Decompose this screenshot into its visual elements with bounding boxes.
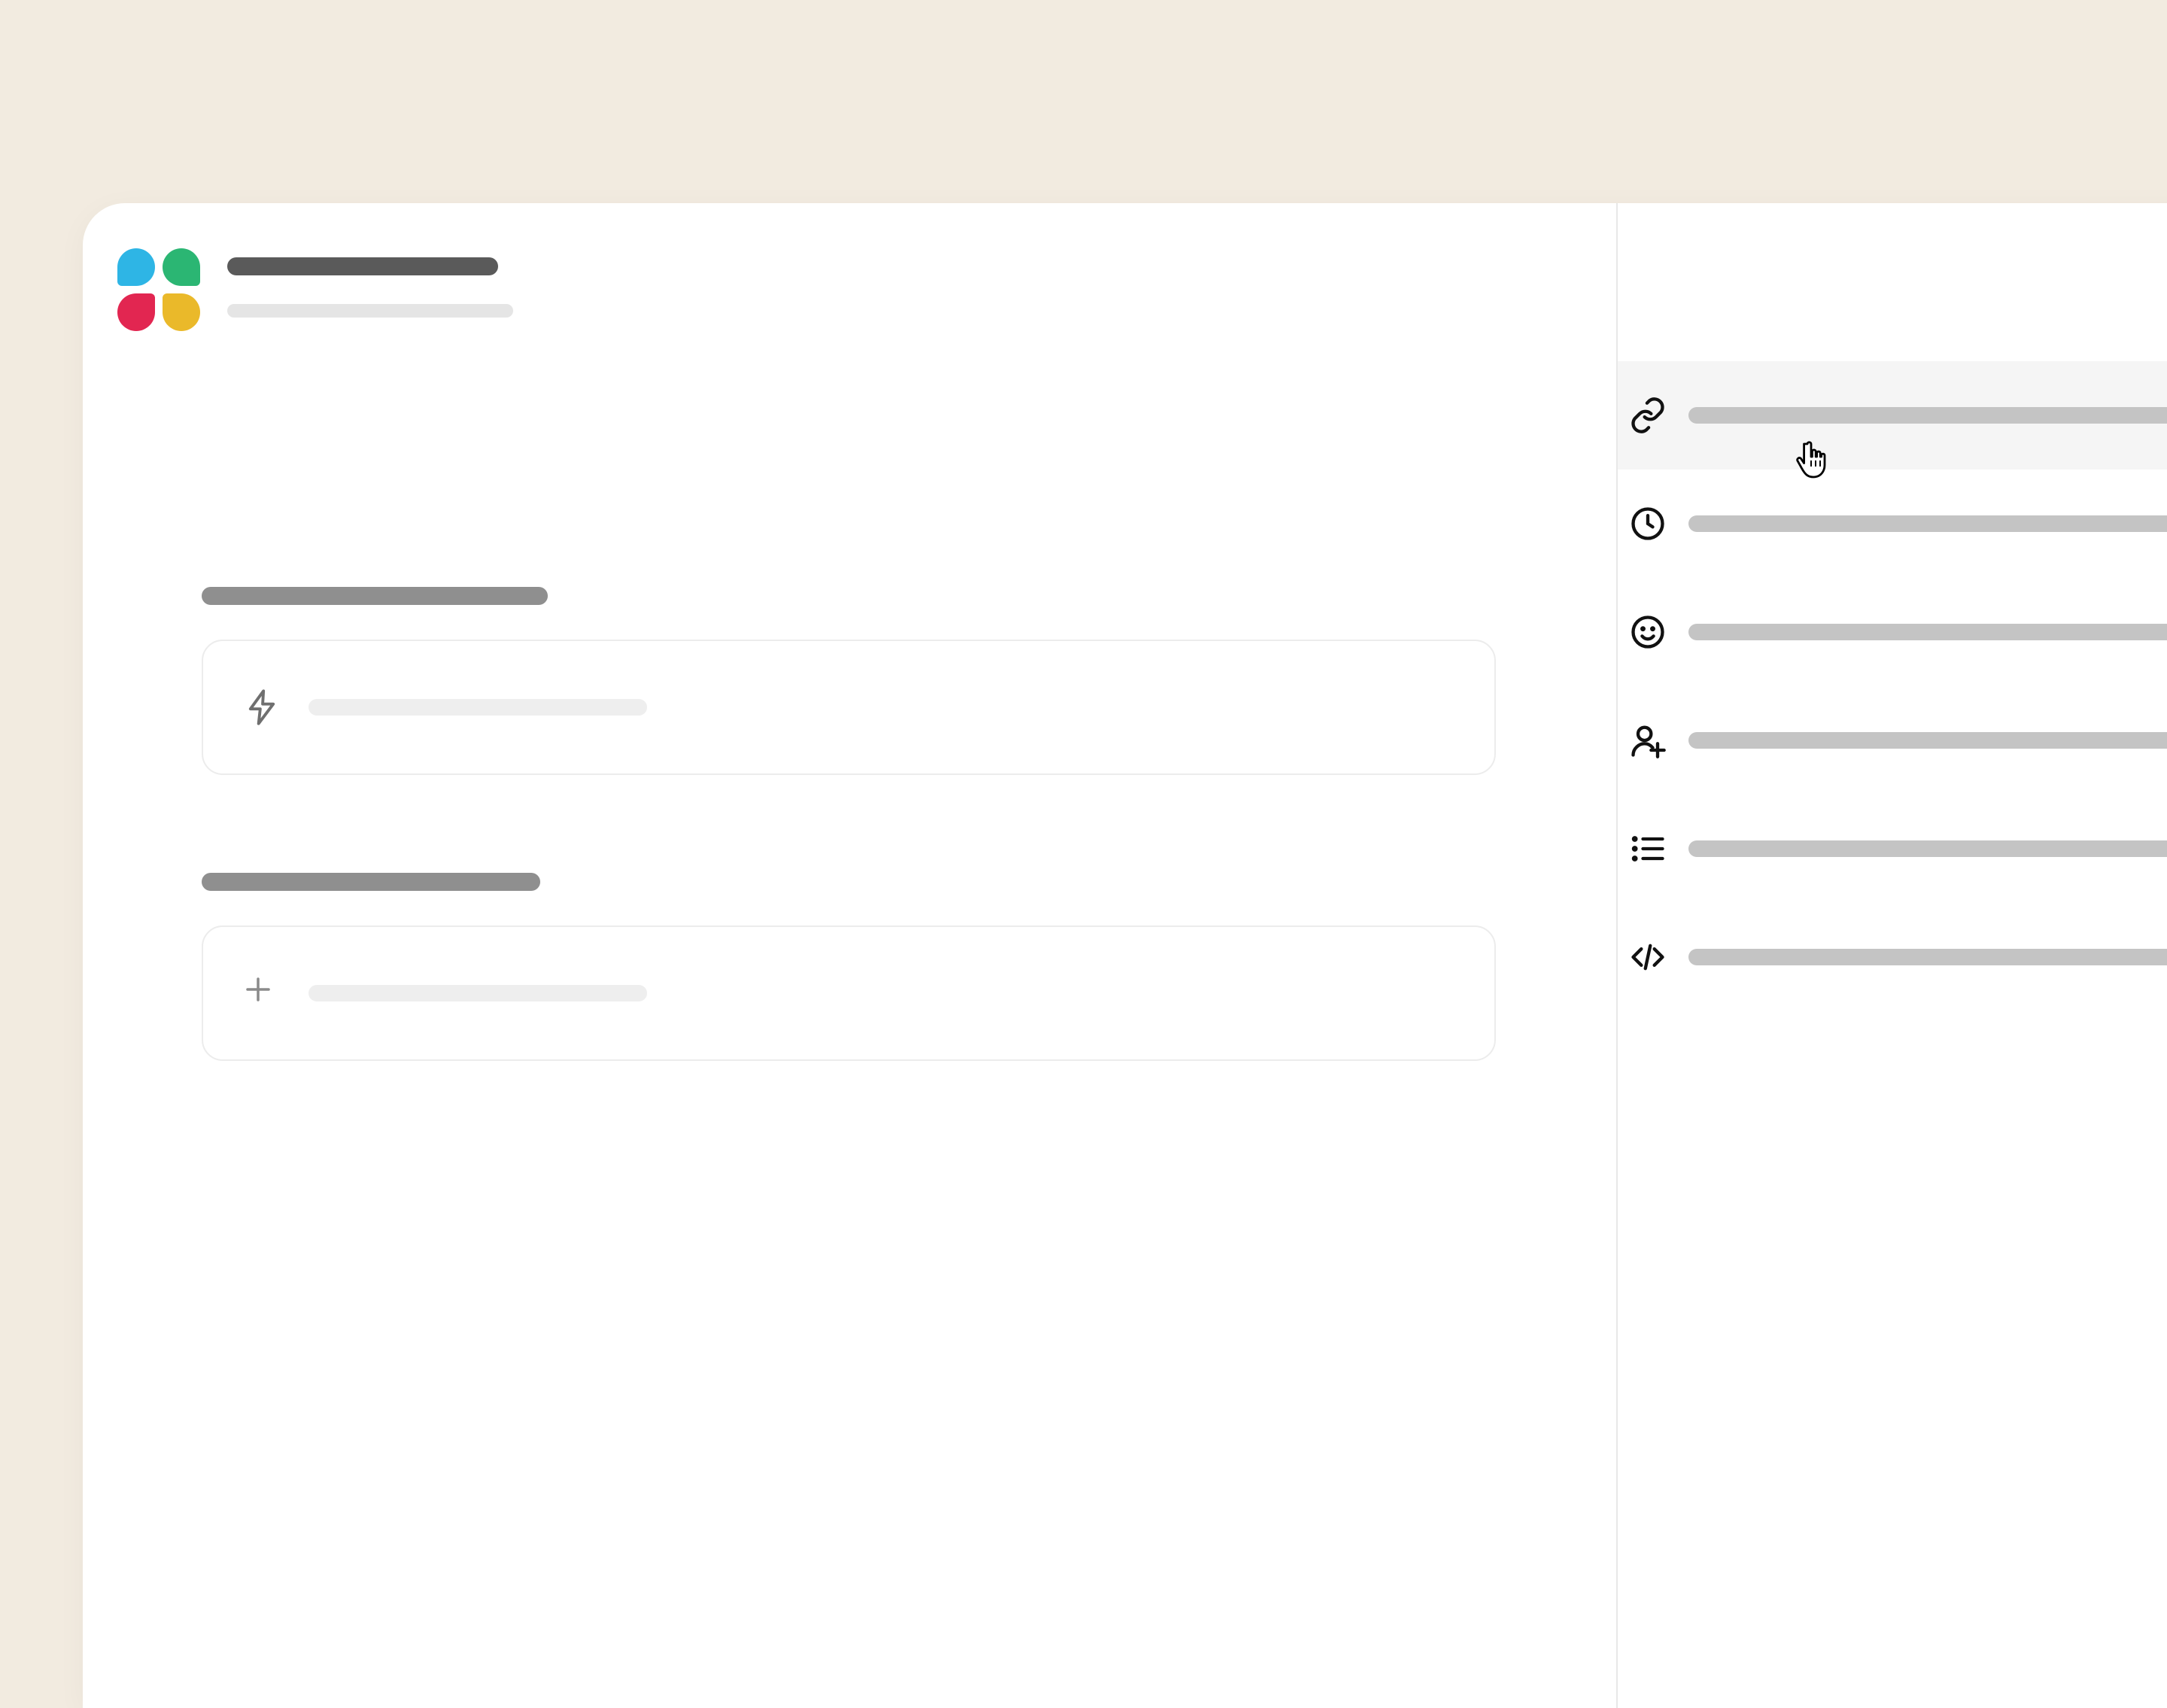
app-subtitle [227,304,513,318]
action-card-1-label [308,699,647,716]
side-item-smiley-label [1688,624,2167,640]
app-title [227,257,498,275]
header [117,248,1533,331]
side-item-clock[interactable] [1618,470,2167,578]
smiley-icon [1627,611,1669,653]
action-card-1[interactable] [202,640,1496,775]
list-icon [1627,828,1669,870]
section-title-2 [202,873,540,891]
app-window [83,203,2167,1708]
app-logo-icon [117,248,200,331]
plus-icon [242,974,281,1013]
main-pane [83,203,1618,1708]
logo-drop-tl [117,248,155,286]
user-plus-icon [1627,719,1669,761]
side-item-code-label [1688,949,2167,965]
action-card-2[interactable] [202,925,1496,1061]
link-icon [1627,394,1669,436]
action-card-2-label [308,985,647,1001]
side-item-user-plus[interactable] [1618,686,2167,795]
code-icon [1627,936,1669,978]
side-item-clock-label [1688,515,2167,532]
content [117,331,1533,1061]
side-item-user-plus-label [1688,732,2167,749]
clock-icon [1627,503,1669,545]
side-item-link-label [1688,407,2167,424]
side-item-link[interactable] [1618,361,2167,470]
side-panel [1618,203,2167,1708]
side-item-list-label [1688,840,2167,857]
side-item-code[interactable] [1618,903,2167,1011]
side-item-list[interactable] [1618,795,2167,903]
section-title-1 [202,587,548,605]
side-item-smiley[interactable] [1618,578,2167,686]
logo-drop-br [163,293,200,331]
lightning-icon [242,688,281,727]
logo-drop-bl [117,293,155,331]
logo-drop-tr [163,248,200,286]
